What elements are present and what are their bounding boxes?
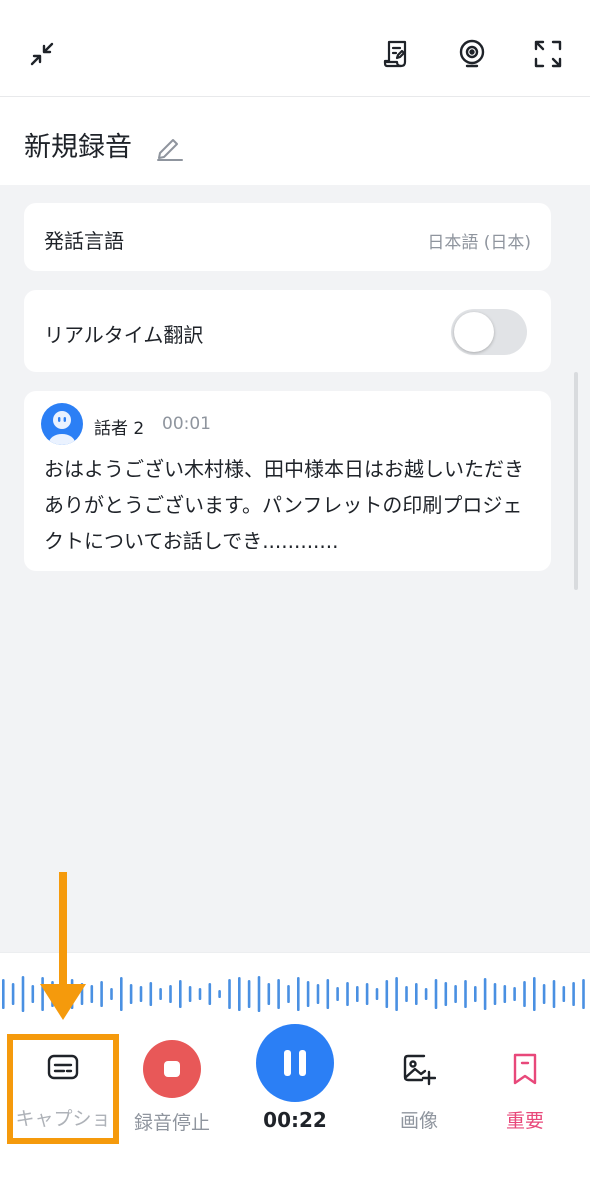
- speaker-name: 話者 2: [94, 419, 145, 439]
- waveform-bar: [188, 986, 192, 1002]
- waveform-bar: [277, 979, 280, 1009]
- waveform-bar: [552, 980, 556, 1008]
- waveform-bar: [533, 977, 536, 1011]
- waveform-bar: [287, 985, 290, 1003]
- waveform-bar: [572, 982, 575, 1006]
- page-title[interactable]: 新規録音: [24, 125, 132, 164]
- waveform-bar: [257, 976, 261, 1012]
- waveform-bar: [424, 988, 428, 1000]
- waveform-bar: [208, 983, 212, 1005]
- waveform-bar: [336, 987, 339, 1001]
- waveform-bar: [454, 985, 457, 1003]
- broadcast-icon: [459, 39, 485, 68]
- waveform-bar: [523, 981, 526, 1007]
- speaker-avatar-icon: [49, 411, 75, 445]
- waveform-bar: [31, 985, 35, 1003]
- image-label: 画像: [399, 1110, 438, 1132]
- audio-waveform: [2, 976, 585, 1012]
- waveform-bar: [2, 979, 5, 1009]
- broadcast-button[interactable]: [452, 34, 492, 74]
- top-bar: [0, 0, 590, 97]
- toggle-knob: [454, 312, 494, 352]
- transcript-doc-icon: [383, 40, 407, 68]
- important-button[interactable]: 重要: [470, 1052, 580, 1133]
- scrollbar[interactable]: [574, 372, 578, 590]
- waveform-bar: [247, 980, 251, 1008]
- waveform-bar: [385, 980, 389, 1008]
- language-value: 日本語 (日本): [427, 233, 531, 253]
- waveform-bar: [415, 983, 418, 1005]
- waveform-bar: [434, 979, 438, 1009]
- expand-button[interactable]: [528, 34, 568, 74]
- waveform-bar: [90, 985, 94, 1003]
- transcript-doc-button[interactable]: [377, 34, 417, 74]
- transcript-timestamp: 00:01: [162, 414, 211, 434]
- waveform-bar: [316, 984, 320, 1004]
- waveform-bar: [356, 986, 359, 1002]
- language-label: 発話言語: [44, 229, 124, 253]
- waveform-bar: [474, 986, 477, 1002]
- waveform-bar: [365, 983, 369, 1005]
- waveform-bar: [159, 988, 162, 1000]
- waveform-bar: [297, 977, 300, 1011]
- annotation-arrow-head: [40, 984, 86, 1020]
- waveform-bar: [464, 980, 467, 1008]
- annotation-arrow-shaft: [59, 872, 67, 990]
- elapsed-time: 00:22: [263, 1108, 327, 1132]
- transcript-text: おはようござい木村様、田中様本日はお越しいただきありがとうございます。パンフレッ…: [44, 457, 524, 553]
- waveform-bar: [395, 977, 398, 1011]
- collapse-icon: [30, 42, 54, 66]
- realtime-translation-row: リアルタイム翻訳: [24, 290, 551, 372]
- stop-label: 録音停止: [133, 1112, 210, 1134]
- pause-icon: [284, 1050, 291, 1076]
- language-row[interactable]: 発話言語 日本語 (日本): [24, 203, 551, 271]
- bookmark-icon: [513, 1053, 537, 1085]
- realtime-translation-toggle[interactable]: [451, 309, 527, 355]
- waveform-bar: [149, 982, 153, 1006]
- transcript-card: 話者 2 00:01 おはようござい木村様、田中様本日はお越しいただきありがとう…: [24, 391, 551, 571]
- image-button[interactable]: 画像: [364, 1052, 474, 1133]
- waveform-bar: [542, 984, 546, 1004]
- expand-icon: [534, 40, 562, 68]
- waveform-bar: [120, 977, 123, 1011]
- waveform-bar: [375, 988, 379, 1000]
- waveform-bar: [198, 988, 202, 1000]
- waveform-bar: [110, 988, 113, 1000]
- waveform-bar: [306, 981, 310, 1007]
- pause-button[interactable]: [256, 1024, 334, 1102]
- waveform-bar: [562, 986, 566, 1002]
- waveform-bar: [129, 984, 133, 1004]
- waveform-bar: [169, 985, 172, 1003]
- stop-recording-button[interactable]: [143, 1040, 201, 1098]
- edit-title-button[interactable]: [154, 132, 184, 162]
- avatar: [41, 403, 83, 445]
- collapse-button[interactable]: [22, 34, 62, 74]
- waveform-bar: [100, 981, 103, 1007]
- waveform-bar: [513, 987, 516, 1001]
- waveform-bar: [238, 977, 241, 1011]
- waveform-bar: [444, 982, 448, 1006]
- waveform-bar: [483, 978, 487, 1010]
- pause-icon-bar: [299, 1050, 306, 1076]
- waveform-bar: [346, 982, 349, 1006]
- waveform-bar: [582, 979, 585, 1009]
- important-label: 重要: [505, 1110, 544, 1132]
- waveform-bar: [405, 986, 408, 1002]
- waveform-bar: [493, 983, 497, 1005]
- waveform-bar: [179, 980, 182, 1008]
- edit-icon: [157, 139, 183, 161]
- waveform-bar: [139, 986, 143, 1002]
- waveform-bar: [267, 983, 271, 1005]
- title-bar: 新規録音: [0, 97, 590, 185]
- image-add-icon: [403, 1054, 437, 1086]
- waveform-bar: [218, 990, 221, 998]
- waveform-bar: [503, 985, 507, 1003]
- waveform-bar: [11, 983, 15, 1005]
- waveform-bar: [326, 979, 330, 1009]
- waveform-bar: [228, 979, 231, 1009]
- waveform-bar: [21, 976, 25, 1012]
- annotation-highlight-box: [7, 1034, 119, 1144]
- realtime-translation-label: リアルタイム翻訳: [44, 323, 204, 347]
- stop-label-wrap: 録音停止: [117, 1108, 227, 1135]
